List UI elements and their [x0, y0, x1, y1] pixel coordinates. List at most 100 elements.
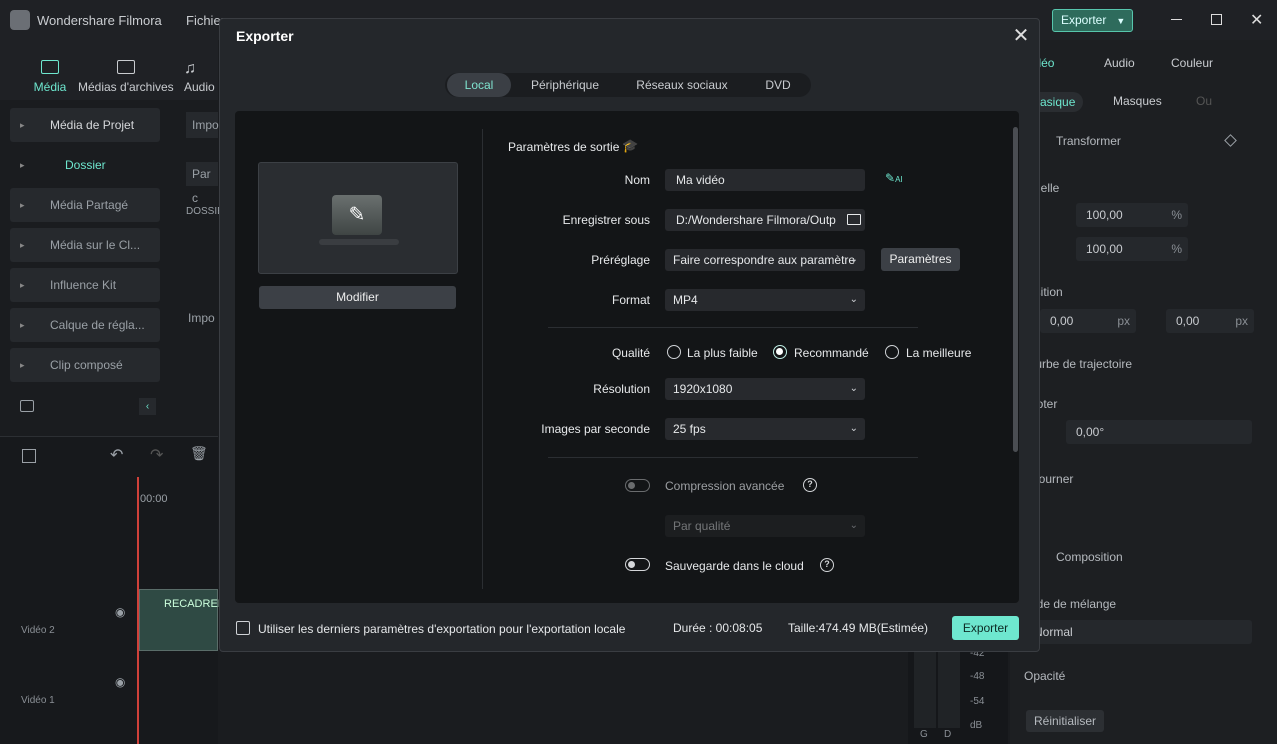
scale-x-field[interactable]: 100,00% — [1076, 203, 1188, 227]
advanced-compression-toggle[interactable] — [625, 479, 650, 492]
sidebar-item-label: Dossier — [65, 158, 106, 172]
sidebar-item-label: Média sur le Cl... — [50, 238, 141, 252]
subtab-masks[interactable]: Masques — [1113, 94, 1162, 108]
meter-tick: -54 — [970, 696, 985, 707]
rotate-field[interactable]: 0,00° — [1066, 420, 1252, 444]
audio-meter: -42 -48 -54 dB G D — [908, 648, 1008, 744]
tab-color[interactable]: Couleur — [1171, 56, 1213, 70]
fps-label: Images par seconde — [541, 422, 650, 436]
sidebar-item-label: Média Partagé — [50, 198, 129, 212]
sidebar-item-folder[interactable]: Dossier — [10, 148, 160, 182]
close-window-icon[interactable]: ✕ — [1250, 10, 1263, 30]
dialog-title: Exporter — [236, 28, 294, 44]
export-button[interactable]: Exporter — [952, 616, 1019, 640]
divider — [548, 327, 918, 328]
subtab-other[interactable]: Ou — [1196, 94, 1212, 108]
keyframe-diamond-icon[interactable] — [1224, 134, 1237, 147]
undo-icon[interactable]: ↶ — [110, 445, 123, 465]
audio-tab[interactable]: ♫ Audio — [184, 60, 215, 94]
redo-icon[interactable]: ↷ — [150, 445, 163, 465]
audio-tab-label: Audio — [184, 80, 215, 94]
timeline-grid-icon[interactable] — [22, 449, 36, 463]
compression-mode-value: Par qualité — [673, 519, 731, 533]
collapse-panel-icon[interactable]: ‹ — [139, 398, 156, 415]
preset-dropdown[interactable]: Faire correspondre aux paramètre ⌄ — [665, 249, 865, 271]
sidebar-item-shared-media[interactable]: Média Partagé — [10, 188, 160, 222]
fps-value: 25 fps — [673, 422, 706, 436]
sidebar-item-influence-kit[interactable]: Influence Kit — [10, 268, 160, 302]
delete-icon[interactable]: 🗑 — [190, 445, 208, 462]
help-icon[interactable]: ? — [820, 558, 834, 572]
format-dropdown[interactable]: MP4 ⌄ — [665, 289, 865, 311]
scale-y-field[interactable]: 100,00% — [1076, 237, 1188, 261]
cloud-backup-toggle[interactable] — [625, 558, 650, 571]
import-button[interactable]: Impo — [186, 112, 219, 138]
pct-unit: % — [1171, 242, 1182, 256]
scale-x-value: 100,00 — [1086, 208, 1123, 222]
settings-scrollbar[interactable] — [1013, 127, 1018, 452]
tab-dvd[interactable]: DVD — [751, 73, 805, 97]
tab-audio[interactable]: Audio — [1104, 56, 1135, 70]
new-folder-icon[interactable] — [20, 400, 34, 412]
save-location-value: D:/Wondershare Filmora/Outp — [676, 213, 836, 227]
duration-text: Durée : 00:08:05 — [673, 621, 763, 635]
quality-lowest-radio[interactable] — [667, 345, 681, 359]
resolution-dropdown[interactable]: 1920x1080 ⌄ — [665, 378, 865, 400]
save-location-input[interactable]: D:/Wondershare Filmora/Outp — [665, 209, 865, 231]
meter-left-label: G — [920, 729, 928, 740]
quality-best-label: La meilleure — [906, 346, 972, 360]
name-input[interactable]: Ma vidéo — [665, 169, 865, 191]
tab-device[interactable]: Périphérique — [519, 73, 611, 97]
preset-value: Faire correspondre aux paramètre — [673, 253, 856, 267]
quality-lowest-label: La plus faible — [687, 346, 758, 360]
close-icon[interactable]: ✕ — [1010, 25, 1032, 47]
cloud-backup-label: Sauvegarde dans le cloud — [665, 559, 804, 573]
quality-best-radio[interactable] — [885, 345, 899, 359]
folder-icon[interactable] — [847, 214, 861, 225]
thumbnail-reflection — [319, 239, 399, 245]
app-title: Wondershare Filmora — [37, 13, 162, 28]
help-icon[interactable]: ? — [803, 478, 817, 492]
settings-button[interactable]: Paramètres — [881, 248, 960, 271]
minimize-icon[interactable] — [1171, 19, 1182, 20]
fps-dropdown[interactable]: 25 fps ⌄ — [665, 418, 865, 440]
px-unit: px — [1235, 314, 1248, 328]
media-tab[interactable]: Média — [30, 60, 70, 94]
quality-recommended-radio[interactable] — [773, 345, 787, 359]
sidebar-item-label: Média de Projet — [50, 118, 135, 132]
export-dialog: Exporter ✕ Local Périphérique Réseaux so… — [219, 18, 1040, 652]
tab-local[interactable]: Local — [447, 73, 511, 97]
properties-panel: Vidéo Audio Couleur Basique Masques Ou T… — [1010, 40, 1277, 744]
meter-right-label: D — [944, 729, 952, 740]
position-x-value: 0,00 — [1050, 314, 1074, 328]
name-label: Nom — [624, 173, 650, 187]
eye-icon[interactable]: ◉ — [115, 675, 125, 689]
position-x-field[interactable]: 0,00 px — [1040, 309, 1136, 333]
video-clip[interactable]: RECADREI — [139, 589, 221, 651]
scale-y-value: 100,00 — [1086, 242, 1123, 256]
sidebar-item-project-media[interactable]: Média de Projet — [10, 108, 160, 142]
sidebar-item-adjustment-layer[interactable]: Calque de régla... — [10, 308, 160, 342]
sort-dropdown[interactable]: Par c — [186, 162, 218, 205]
maximize-icon[interactable] — [1211, 14, 1222, 25]
archives-tab[interactable]: Médias d'archives — [78, 60, 174, 94]
eye-icon[interactable]: ◉ — [115, 605, 125, 619]
graduation-cap-icon[interactable]: 🎓 — [622, 138, 638, 154]
compression-mode-dropdown[interactable]: Par qualité ⌄ — [665, 515, 865, 537]
track-1-label: Vidéo 1 — [21, 695, 55, 706]
modify-thumbnail-button[interactable]: Modifier — [259, 286, 456, 309]
sidebar-item-compound-clip[interactable]: Clip composé — [10, 348, 160, 382]
sidebar-item-cloud-media[interactable]: Média sur le Cl... — [10, 228, 160, 262]
timeline-time: 00:00 — [140, 493, 168, 505]
reset-button[interactable]: Réinitialiser — [1026, 710, 1105, 732]
ai-rename-icon[interactable]: ✎AI — [885, 171, 903, 185]
px-unit: px — [1117, 314, 1130, 328]
resolution-value: 1920x1080 — [673, 382, 733, 396]
meter-tick: -48 — [970, 671, 985, 682]
blend-mode-dropdown[interactable]: Normal — [1024, 620, 1252, 644]
position-y-field[interactable]: 0,00 px — [1166, 309, 1254, 333]
top-export-label: Exporter — [1061, 13, 1107, 27]
top-export-button[interactable]: Exporter ▼ — [1052, 9, 1133, 32]
use-last-settings-checkbox[interactable] — [236, 621, 250, 635]
tab-social[interactable]: Réseaux sociaux — [621, 73, 743, 97]
